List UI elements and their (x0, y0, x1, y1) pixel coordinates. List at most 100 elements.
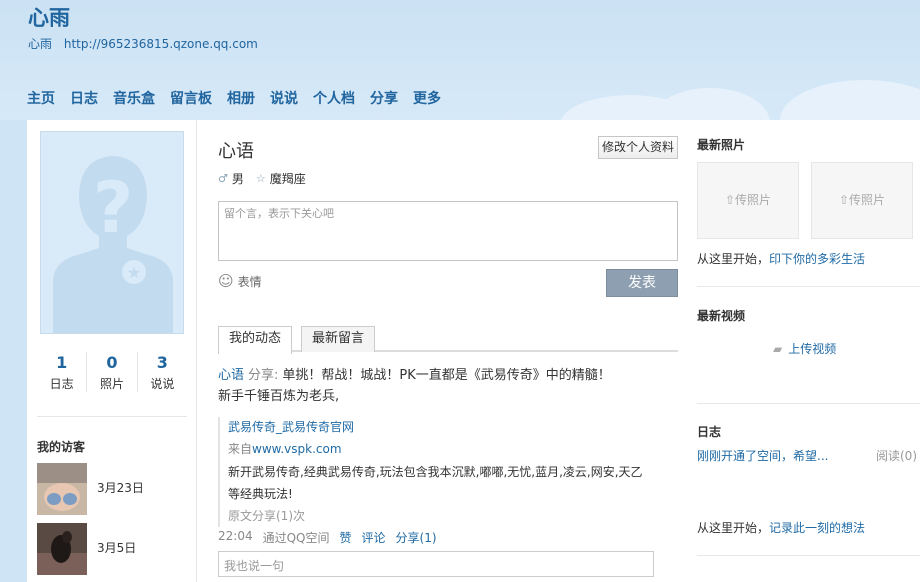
blog-title: 日志 (697, 425, 722, 439)
feed-text: 心语 分享: 单挑！帮战！城战！PK一直都是《武易传奇》中的精髓！ 新手千锤百炼为老… (218, 365, 678, 407)
visitor-avatar[interactable] (37, 523, 87, 575)
tab-latest-messages[interactable]: 最新留言 (301, 326, 376, 352)
share-source: 来自www.vspk.com (228, 437, 648, 461)
mood-title: 心语 (218, 141, 254, 162)
right-column: 最新照片 ⇧传照片 ⇧传照片 从这里开始，印下你的多彩生活 最新视频 ▰ 上传视… (697, 120, 920, 582)
feed-action: 分享: (248, 368, 279, 383)
visitor-avatar[interactable] (37, 463, 87, 515)
smile-icon: ☺ (218, 272, 234, 290)
photo-tip-prefix: 从这里开始， (697, 252, 770, 266)
share-button[interactable]: 分享(1) (396, 529, 437, 546)
nav-profile[interactable]: 个人档 (313, 88, 355, 108)
divider (37, 416, 187, 417)
stat-blog[interactable]: 1 日志 (37, 352, 88, 392)
site-url[interactable]: http://965236815.qzone.qq.com (64, 37, 258, 51)
photo-tip-link[interactable]: 印下你的多彩生活 (769, 252, 865, 266)
share-title[interactable]: 武易传奇_武易传奇官网 (228, 417, 648, 437)
left-column: ? ★ 1 日志 0 照片 3 说说 我的访客 3月23日 3月5日 (27, 120, 197, 582)
upload-video-label: 上传视频 (788, 342, 837, 356)
blog-tip-prefix: 从这里开始， (697, 521, 770, 535)
feed-content: 单挑！帮战！城战！PK一直都是《武易传奇》中的精髓！ (282, 368, 611, 383)
video-camera-icon: ▰ (773, 341, 783, 356)
blog-tip-link[interactable]: 记录此一刻的想法 (769, 521, 865, 535)
gender-info: ♂ 男 (218, 170, 244, 187)
stat-shuoshuo-count: 3 (156, 353, 168, 372)
content-area: ? ★ 1 日志 0 照片 3 说说 我的访客 3月23日 3月5日 心语 修改… (27, 120, 920, 582)
upload-photo-label: 传照片 (849, 193, 886, 207)
divider (697, 403, 920, 404)
feed-meta: 22:04 通过QQ空间 赞 评论 分享(1) (218, 529, 447, 546)
feed-item: 心语 分享: 单挑！帮战！城战！PK一直都是《武易传奇》中的精髓！ 新手千锤百炼为老… (218, 365, 678, 577)
photo-tip: 从这里开始，印下你的多彩生活 (697, 250, 865, 267)
gender-text: 男 (231, 172, 244, 186)
owner-name[interactable]: 心雨 (28, 37, 52, 51)
svg-text:★: ★ (127, 263, 141, 282)
comment-button[interactable]: 评论 (362, 529, 386, 546)
zodiac-info: ☆ 魔羯座 (256, 170, 306, 187)
tab-my-activity[interactable]: 我的动态 (218, 326, 293, 354)
feed-time: 22:04 (218, 529, 253, 543)
photos-title: 最新照片 (697, 138, 746, 152)
site-subtitle: 心雨 http://965236815.qzone.qq.com (28, 35, 266, 52)
nav-home[interactable]: 主页 (27, 88, 55, 108)
reply-input[interactable]: 我也说一句 (218, 551, 654, 577)
share-card: 武易传奇_武易传奇官网 来自www.vspk.com 新开武易传奇,经典武易传奇… (218, 417, 648, 527)
main-nav: 主页 日志 音乐盒 留言板 相册 说说 个人档 分享 更多 (27, 88, 456, 108)
emoji-label: 表情 (237, 274, 262, 289)
videos-title: 最新视频 (697, 309, 746, 323)
stat-photos-count: 0 (106, 353, 118, 372)
upload-photo-label: 传照片 (735, 193, 772, 207)
emoji-button[interactable]: ☺ 表情 (218, 272, 262, 290)
message-input[interactable]: 留个言，表示下关心吧 (218, 201, 678, 261)
profile-info: ♂ 男 ☆ 魔羯座 (218, 170, 318, 187)
blog-read-count: 阅读(0) (876, 449, 917, 463)
divider (697, 286, 920, 287)
like-button[interactable]: 赞 (340, 529, 352, 546)
blog-item-title[interactable]: 刚刚开通了空间，希望... (697, 449, 828, 463)
feed-tabs: 我的动态 最新留言 (218, 326, 678, 354)
feed-via: 通过QQ空间 (262, 531, 330, 545)
feed-author[interactable]: 心语 (218, 368, 244, 383)
upload-photo-slot[interactable]: ⇧传照片 (697, 162, 799, 239)
blog-item[interactable]: 刚刚开通了空间，希望... (697, 447, 828, 464)
upload-arrow-icon: ⇧ (838, 193, 850, 207)
source-prefix: 来自 (228, 442, 253, 456)
nav-blog[interactable]: 日志 (70, 88, 98, 108)
source-link[interactable]: www.vspk.com (252, 442, 342, 456)
post-button[interactable]: 发表 (606, 269, 678, 297)
zodiac-text: 魔羯座 (269, 172, 306, 186)
share-desc-2: 等经典玩法! (228, 487, 293, 501)
divider (697, 555, 920, 556)
nav-shuoshuo[interactable]: 说说 (270, 88, 298, 108)
star-icon: ☆ (255, 172, 266, 185)
svg-text:?: ? (93, 167, 134, 249)
visitors-title: 我的访客 (37, 440, 86, 454)
nav-guestbook[interactable]: 留言板 (170, 88, 212, 108)
edit-profile-button[interactable]: 修改个人资料 (598, 136, 678, 159)
stat-shuoshuo-label: 说说 (150, 377, 175, 391)
site-title[interactable]: 心雨 (28, 2, 70, 32)
upload-photo-slot[interactable]: ⇧传照片 (811, 162, 913, 239)
visitor-item[interactable]: 3月23日 (37, 463, 187, 515)
upload-video-button[interactable]: ▰ 上传视频 (773, 340, 836, 357)
stat-blog-count: 1 (56, 353, 68, 372)
main-column: 心语 修改个人资料 ♂ 男 ☆ 魔羯座 留个言，表示下关心吧 ☺ 表情 发表 我… (218, 120, 680, 582)
nav-album[interactable]: 相册 (227, 88, 255, 108)
nav-share[interactable]: 分享 (370, 88, 398, 108)
original-share-count[interactable]: 原文分享(1)次 (228, 505, 648, 527)
gender-icon: ♂ (218, 172, 228, 185)
nav-more[interactable]: 更多 (413, 88, 441, 108)
visitor-date: 3月23日 (97, 481, 144, 495)
stat-photos-label: 照片 (99, 377, 124, 391)
stat-photos[interactable]: 0 照片 (87, 352, 138, 392)
blog-tip: 从这里开始，记录此一刻的想法 (697, 519, 865, 536)
stat-shuoshuo[interactable]: 3 说说 (138, 352, 187, 392)
feed-content-2: 新手千锤百炼为老兵, (218, 389, 340, 404)
avatar[interactable]: ? ★ (40, 131, 184, 334)
stats-row: 1 日志 0 照片 3 说说 (37, 352, 187, 392)
nav-music[interactable]: 音乐盒 (113, 88, 155, 108)
header: 心雨 心雨 http://965236815.qzone.qq.com 主页 日… (0, 0, 920, 120)
default-avatar-icon: ? ★ (41, 132, 183, 333)
share-desc: 新开武易传奇,经典武易传奇,玩法包含我本沉默,嘟嘟,无忧,蓝月,凌云,网安,天乙 (228, 465, 643, 479)
visitor-item[interactable]: 3月5日 (37, 523, 187, 575)
